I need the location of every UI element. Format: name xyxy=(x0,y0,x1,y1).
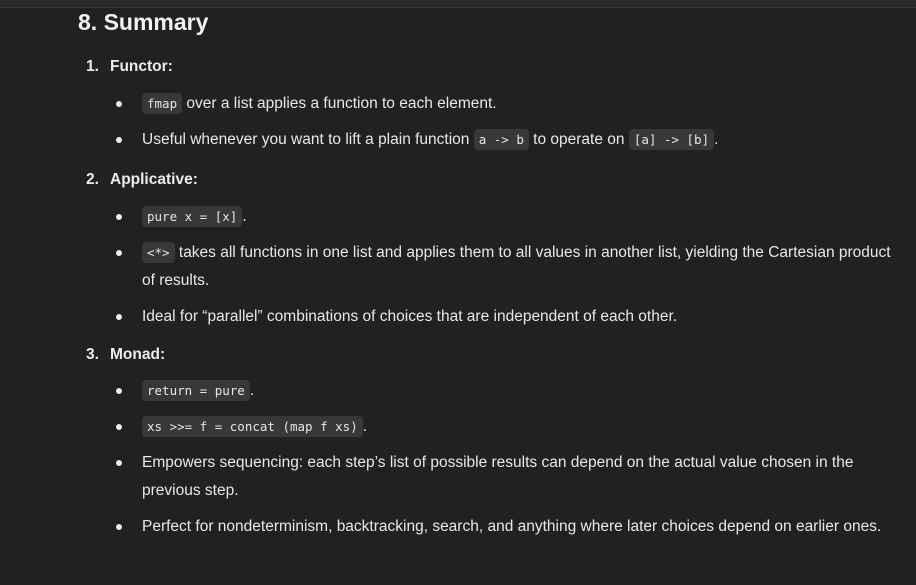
item-text: Ideal for “parallel” combinations of cho… xyxy=(142,308,678,325)
bullet-icon xyxy=(116,250,122,256)
section-number: 1. xyxy=(86,58,99,75)
section-number: 3. xyxy=(86,346,99,363)
section-number: 2. xyxy=(86,171,99,188)
item-text: . xyxy=(362,418,368,435)
item-text: Empowers sequencing: each step’s list of… xyxy=(142,454,854,499)
section-applicative: 2. Applicative: pure x = [x]. <*> takes a… xyxy=(78,170,898,331)
list-item: <*> takes all functions in one list and … xyxy=(78,239,898,295)
inline-code: [a] -> [b] xyxy=(628,129,715,150)
summary-section: 8. Summary 1. Functor: fmap over a list a… xyxy=(78,7,898,541)
item-text: takes all functions in one list and appl… xyxy=(142,244,891,289)
bullet-list: return = pure. xs >>= f = concat (map f … xyxy=(78,377,898,541)
bullet-icon xyxy=(116,460,122,466)
bullet-icon xyxy=(116,388,122,394)
inline-code: fmap xyxy=(142,93,183,114)
list-item: Perfect for nondeterminism, backtracking… xyxy=(78,513,898,541)
inline-code: xs >>= f = concat (map f xs) xyxy=(142,416,363,437)
section-title: 3. Monad: xyxy=(86,346,166,363)
section-title-text: Monad xyxy=(110,346,160,363)
inline-code: return = pure xyxy=(142,380,250,401)
bullet-list: fmap over a list applies a function to e… xyxy=(78,90,898,154)
summary-heading: 8. Summary xyxy=(78,9,209,35)
list-item: fmap over a list applies a function to e… xyxy=(78,90,898,118)
list-item: return = pure. xyxy=(78,377,898,405)
item-text: . xyxy=(242,208,247,225)
bullet-list: pure x = [x]. <*> takes all functions in… xyxy=(78,203,898,331)
item-text: Perfect for nondeterminism, backtracking… xyxy=(142,518,882,535)
section-monad: 3. Monad: return = pure. xs >>= f = conca… xyxy=(78,345,898,541)
section-title-text: Applicative xyxy=(110,171,193,188)
bullet-icon xyxy=(116,214,122,220)
list-item: Empowers sequencing: each step’s list of… xyxy=(78,449,898,505)
list-item: Ideal for “parallel” combinations of cho… xyxy=(78,303,898,331)
list-item: pure x = [x]. xyxy=(78,203,898,231)
section-title-text: Functor xyxy=(110,58,168,75)
item-text: Useful whenever you want to lift a plain… xyxy=(142,131,474,148)
bullet-icon xyxy=(116,101,122,107)
item-text: . xyxy=(714,131,719,148)
inline-code: <*> xyxy=(142,242,175,263)
list-item: xs >>= f = concat (map f xs). xyxy=(78,413,898,441)
section-title: 1. Functor: xyxy=(86,58,173,75)
item-text: . xyxy=(249,382,255,399)
inline-code: a -> b xyxy=(473,129,529,150)
list-item: Useful whenever you want to lift a plain… xyxy=(78,126,898,154)
section-functor: 1. Functor: fmap over a list applies a fu… xyxy=(78,57,898,154)
bullet-icon xyxy=(116,424,122,430)
section-title: 2. Applicative: xyxy=(86,171,198,188)
bullet-icon xyxy=(116,314,122,320)
bullet-icon xyxy=(116,524,122,530)
inline-code: pure x = [x] xyxy=(142,206,243,227)
summary-list: 1. Functor: fmap over a list applies a fu… xyxy=(78,57,898,541)
bullet-icon xyxy=(116,137,122,143)
item-text: to operate on xyxy=(528,131,629,148)
item-text: over a list applies a function to each e… xyxy=(182,95,497,112)
